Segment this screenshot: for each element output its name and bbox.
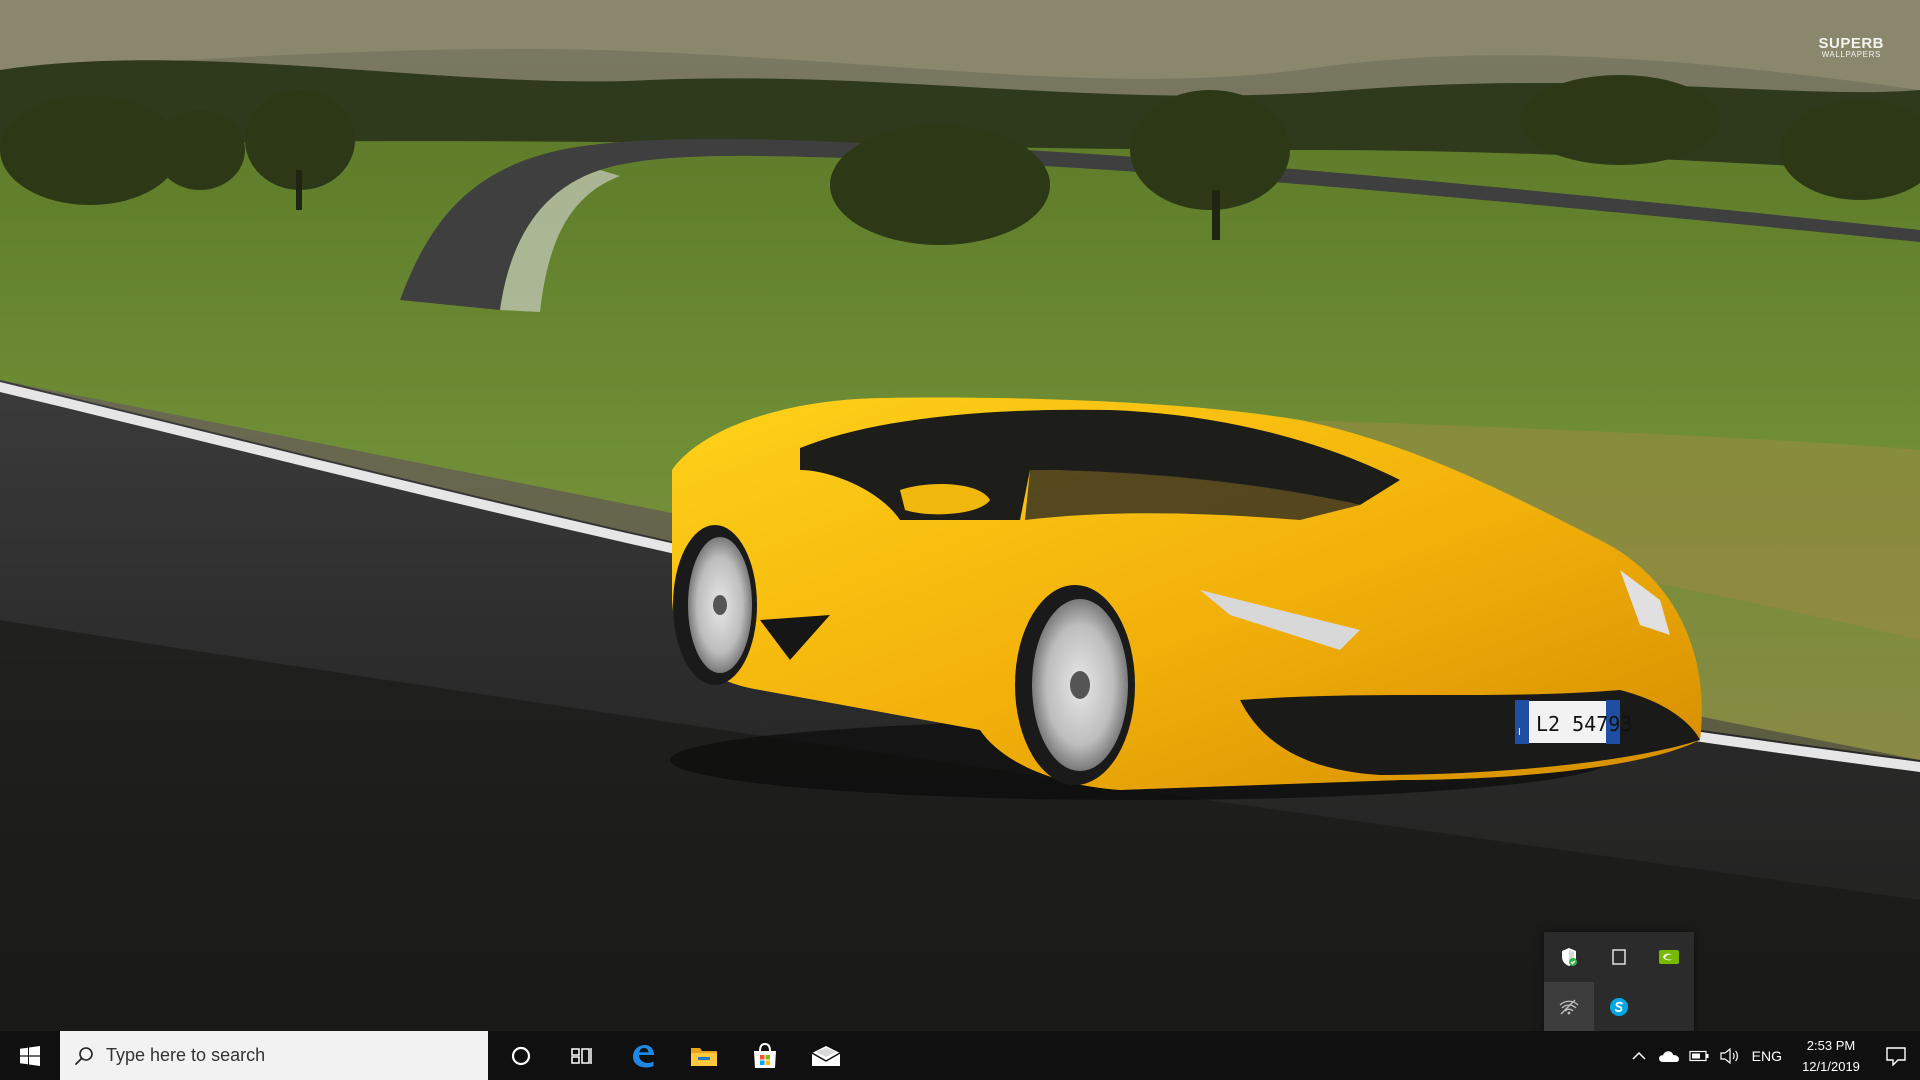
show-hidden-icons-button[interactable] [1624, 1031, 1654, 1080]
battery-icon [1689, 1050, 1709, 1061]
nvidia-icon [1659, 950, 1679, 964]
clock-date: 12/1/2019 [1802, 1058, 1860, 1074]
taskbar: Type here to search ENG 2:53 PM 12/1/201… [0, 1031, 1920, 1080]
license-plate-text: L2 54793 [1536, 712, 1632, 736]
windows-logo-icon [20, 1045, 40, 1066]
tray-overflow-item-network[interactable] [1544, 982, 1594, 1032]
mail-icon [811, 1045, 840, 1066]
tray-overflow-item-skype[interactable] [1594, 982, 1644, 1032]
license-plate-country: I [1518, 727, 1521, 738]
skype-icon [1610, 998, 1628, 1016]
mail-taskbar-button[interactable] [795, 1031, 856, 1080]
task-view-icon [570, 1047, 592, 1064]
input-language-indicator[interactable]: ENG [1744, 1048, 1790, 1064]
edge-icon [632, 1044, 654, 1067]
wallpaper-image: L2 54793 I [0, 0, 1920, 1031]
tray-overflow-item-nvidia[interactable] [1644, 932, 1694, 982]
clock[interactable]: 2:53 PM 12/1/2019 [1790, 1035, 1872, 1077]
file-explorer-taskbar-button[interactable] [673, 1031, 734, 1080]
search-box[interactable]: Type here to search [60, 1031, 488, 1080]
watermark-line2: WALLPAPERS [1821, 50, 1881, 59]
desktop-wallpaper: L2 54793 I SUPERB WALLPAPERS [0, 0, 1920, 1031]
watermark-line1: SUPERB [1818, 35, 1884, 52]
edge-taskbar-button[interactable] [612, 1031, 673, 1080]
tray-overflow-item-window[interactable] [1594, 932, 1644, 982]
file-explorer-icon [690, 1047, 717, 1066]
onedrive-tray-button[interactable] [1654, 1031, 1684, 1080]
cortana-button[interactable] [490, 1031, 551, 1080]
search-placeholder: Type here to search [106, 1045, 266, 1065]
start-button[interactable] [0, 1031, 60, 1080]
system-tray: ENG 2:53 PM 12/1/2019 [1624, 1031, 1920, 1080]
battery-tray-button[interactable] [1684, 1031, 1714, 1080]
network-wifi-icon [1559, 999, 1579, 1015]
task-view-button[interactable] [551, 1031, 612, 1080]
windows-security-icon [1562, 948, 1577, 966]
onedrive-cloud-icon [1658, 1050, 1679, 1062]
wallpaper-watermark: SUPERB WALLPAPERS [1818, 36, 1884, 59]
microsoft-store-icon [753, 1042, 776, 1068]
tray-overflow-flyout [1544, 932, 1694, 1032]
tray-overflow-empty-slot [1644, 982, 1694, 1032]
window-blank-icon [1612, 949, 1626, 965]
microsoft-store-taskbar-button[interactable] [734, 1031, 795, 1080]
clock-time: 2:53 PM [1806, 1037, 1856, 1053]
chevron-up-icon [1632, 1051, 1646, 1060]
volume-tray-button[interactable] [1714, 1031, 1744, 1080]
notification-icon [1886, 1046, 1906, 1066]
cortana-icon [511, 1046, 530, 1065]
action-center-button[interactable] [1872, 1031, 1920, 1080]
tray-overflow-item-security[interactable] [1544, 932, 1594, 982]
search-icon [75, 1046, 93, 1065]
speaker-icon [1720, 1047, 1738, 1064]
